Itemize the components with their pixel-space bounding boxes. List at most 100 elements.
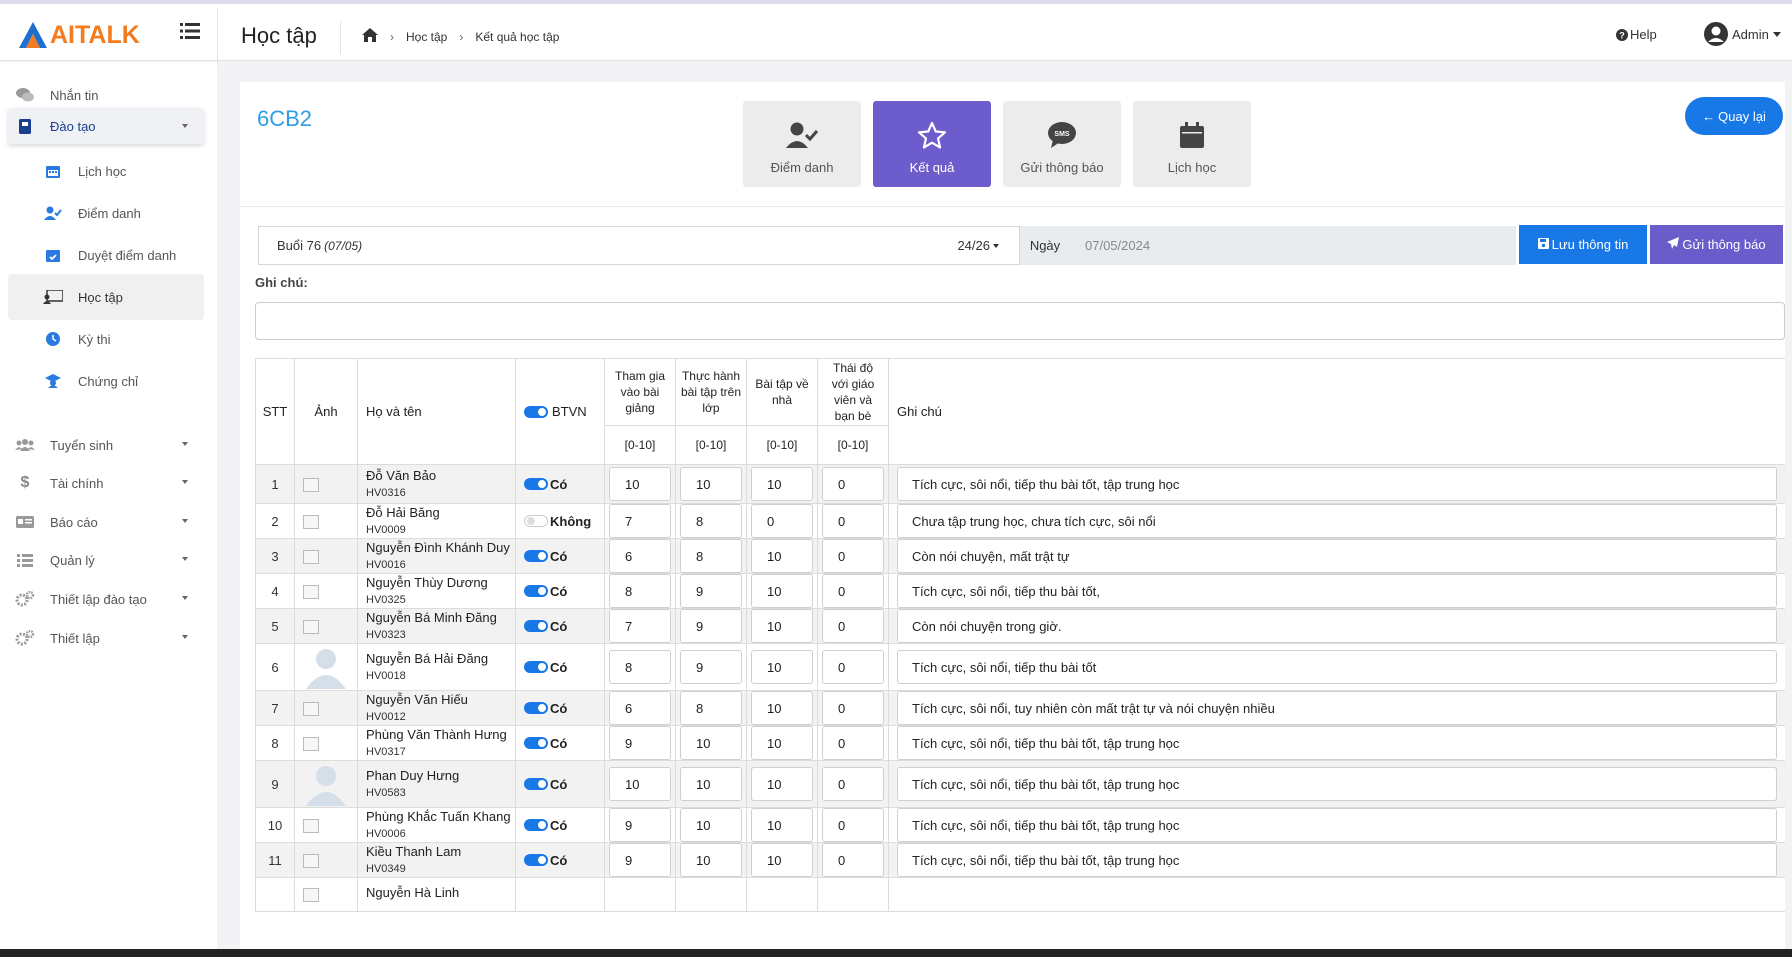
btvn-toggle[interactable]	[524, 702, 548, 714]
back-button[interactable]: ← Quay lại	[1685, 97, 1783, 135]
btvn-toggle[interactable]	[524, 478, 548, 490]
participation-score-input[interactable]: 7	[609, 609, 671, 643]
attitude-score-input[interactable]: 0	[822, 574, 884, 608]
main-panel: 6CB2 Điểm danh Kết quả SMS Gửi thông báo…	[240, 82, 1785, 957]
session-select[interactable]: Buổi 76 (07/05) 24/26	[258, 226, 1020, 265]
send-notification-button[interactable]: Gửi thông báo	[1650, 225, 1783, 264]
remark-input[interactable]: Tích cực, sôi nổi, tiếp thu bài tốt, tập…	[897, 843, 1777, 877]
remark-input[interactable]: Còn nói chuyện, mất trật tự	[897, 539, 1777, 573]
remark-input[interactable]: Tích cực, sôi nổi, tiếp thu bài tốt,	[897, 574, 1777, 608]
date-field[interactable]: 07/05/2024	[1070, 226, 1516, 265]
sidebar-item-learning[interactable]: Học tập	[8, 274, 204, 320]
save-button[interactable]: Lưu thông tin	[1519, 225, 1647, 264]
homework-score-input[interactable]: 10	[751, 539, 813, 573]
sidebar-item-schedule[interactable]: Lịch học	[8, 148, 204, 194]
attitude-score-input[interactable]: 0	[822, 539, 884, 573]
practice-score-input[interactable]: 9	[680, 609, 742, 643]
participation-score-input[interactable]: 10	[609, 467, 671, 501]
attitude-score-input[interactable]: 0	[822, 726, 884, 760]
participation-score-input[interactable]: 10	[609, 767, 671, 801]
participation-score-input[interactable]: 9	[609, 808, 671, 842]
btvn-label: Có	[550, 735, 568, 751]
sidebar-item-attendance[interactable]: Điểm danh	[8, 190, 204, 236]
menu-toggle-icon[interactable]	[180, 22, 202, 42]
participation-score-input[interactable]: 6	[609, 691, 671, 725]
btvn-toggle[interactable]	[524, 737, 548, 749]
sidebar-item-training-settings[interactable]: Thiết lập đào tạo	[8, 580, 204, 618]
tab-schedule[interactable]: Lịch học	[1133, 101, 1251, 187]
tab-results[interactable]: Kết quả	[873, 101, 991, 187]
user-menu[interactable]: Admin	[1704, 22, 1781, 46]
practice-score-input[interactable]: 8	[680, 504, 742, 538]
practice-score-input[interactable]: 9	[680, 574, 742, 608]
attitude-score-input[interactable]: 0	[822, 650, 884, 684]
attitude-score-input[interactable]: 0	[822, 767, 884, 801]
homework-score-input[interactable]: 0	[751, 504, 813, 538]
row-stt: 6	[255, 643, 295, 691]
home-icon[interactable]	[362, 28, 378, 45]
app-logo[interactable]: AITALK	[18, 20, 140, 50]
attitude-score-input[interactable]: 0	[822, 691, 884, 725]
btvn-toggle[interactable]	[524, 819, 548, 831]
practice-score-input[interactable]: 10	[680, 467, 742, 501]
breadcrumb-item[interactable]: Học tập	[406, 30, 447, 44]
btvn-toggle[interactable]	[524, 620, 548, 632]
remark-input[interactable]: Chưa tập trung học, chưa tích cực, sôi n…	[897, 504, 1777, 538]
remark-input[interactable]: Tích cực, sôi nổi, tuy nhiên còn mất trậ…	[897, 691, 1777, 725]
homework-score-input[interactable]: 10	[751, 808, 813, 842]
sidebar-item-reports[interactable]: Báo cáo	[8, 503, 204, 541]
homework-score-input[interactable]: 10	[751, 574, 813, 608]
practice-score-input[interactable]: 10	[680, 808, 742, 842]
btvn-toggle[interactable]	[524, 778, 548, 790]
participation-score-input[interactable]: 6	[609, 539, 671, 573]
remark-input[interactable]: Tích cực, sôi nổi, tiếp thu bài tốt, tập…	[897, 767, 1777, 801]
practice-score-input[interactable]: 10	[680, 843, 742, 877]
remark-input[interactable]: Tích cực, sôi nổi, tiếp thu bài tốt	[897, 650, 1777, 684]
practice-score-input[interactable]: 10	[680, 767, 742, 801]
btvn-all-toggle[interactable]	[524, 405, 548, 418]
remark-input[interactable]: Tích cực, sôi nổi, tiếp thu bài tốt, tập…	[897, 726, 1777, 760]
btvn-toggle[interactable]	[524, 854, 548, 866]
remark-input[interactable]: Tích cực, sôi nổi, tiếp thu bài tốt, tập…	[897, 808, 1777, 842]
remark-input[interactable]: Còn nói chuyện trong giờ.	[897, 609, 1777, 643]
sidebar-item-training[interactable]: Đào tạo	[8, 108, 204, 144]
attitude-score-input[interactable]: 0	[822, 504, 884, 538]
attitude-score-input[interactable]: 0	[822, 609, 884, 643]
remark-input[interactable]: Tích cực, sôi nổi, tiếp thu bài tốt, tập…	[897, 467, 1777, 501]
homework-score-input[interactable]: 10	[751, 650, 813, 684]
sidebar-item-finance[interactable]: $ Tài chính	[8, 464, 204, 502]
attitude-score-input[interactable]: 0	[822, 808, 884, 842]
practice-score-input[interactable]: 9	[680, 650, 742, 684]
sidebar-item-exams[interactable]: Kỳ thi	[8, 316, 204, 362]
participation-score-input[interactable]: 8	[609, 574, 671, 608]
sidebar-item-settings[interactable]: Thiết lập	[8, 619, 204, 657]
sidebar-item-management[interactable]: Quản lý	[8, 541, 204, 579]
homework-score-input[interactable]: 10	[751, 691, 813, 725]
help-link[interactable]: ? Help	[1616, 27, 1657, 42]
btvn-toggle[interactable]	[524, 550, 548, 562]
btvn-toggle[interactable]	[524, 515, 548, 527]
tab-send-notification[interactable]: SMS Gửi thông báo	[1003, 101, 1121, 187]
homework-score-input[interactable]: 10	[751, 726, 813, 760]
tab-attendance[interactable]: Điểm danh	[743, 101, 861, 187]
note-input[interactable]	[255, 302, 1785, 340]
practice-score-input[interactable]: 8	[680, 691, 742, 725]
practice-score-input[interactable]: 8	[680, 539, 742, 573]
attitude-score-input[interactable]: 0	[822, 843, 884, 877]
btvn-toggle[interactable]	[524, 661, 548, 673]
sidebar-item-certificates[interactable]: Chứng chỉ	[8, 358, 204, 404]
homework-score-input[interactable]: 10	[751, 467, 813, 501]
homework-score-input[interactable]: 10	[751, 609, 813, 643]
sidebar-item-admissions[interactable]: Tuyển sinh	[8, 426, 204, 464]
participation-score-input[interactable]: 9	[609, 726, 671, 760]
participation-score-input[interactable]: 7	[609, 504, 671, 538]
homework-score-input[interactable]: 10	[751, 843, 813, 877]
attitude-score-input[interactable]: 0	[822, 467, 884, 501]
practice-score-input[interactable]: 10	[680, 726, 742, 760]
participation-score-input[interactable]: 9	[609, 843, 671, 877]
broken-image-icon	[303, 888, 319, 903]
homework-score-input[interactable]: 10	[751, 767, 813, 801]
participation-score-input[interactable]: 8	[609, 650, 671, 684]
sidebar-item-approve-attendance[interactable]: Duyệt điểm danh	[8, 232, 204, 278]
btvn-toggle[interactable]	[524, 585, 548, 597]
